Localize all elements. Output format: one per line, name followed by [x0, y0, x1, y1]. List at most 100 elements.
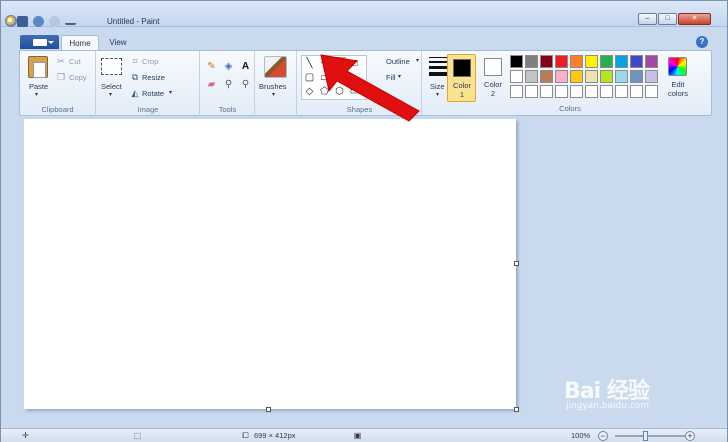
- resize-handle-bottom[interactable]: [266, 407, 271, 412]
- palette-swatch[interactable]: [615, 70, 628, 83]
- image-group-label: Image: [137, 105, 159, 114]
- paint-app-icon[interactable]: [5, 15, 17, 27]
- customize-qat-icon[interactable]: [65, 19, 76, 25]
- color2-number[interactable]: 2: [481, 89, 505, 98]
- size-dropdown-icon[interactable]: ▾: [436, 91, 439, 98]
- palette-swatch[interactable]: [630, 70, 643, 83]
- resize-handle-right[interactable]: [514, 261, 519, 266]
- palette-swatch[interactable]: [510, 55, 523, 68]
- select-icon[interactable]: [101, 58, 122, 75]
- paste-button-label[interactable]: Paste: [29, 82, 48, 91]
- palette-swatch[interactable]: [645, 70, 658, 83]
- palette-swatch[interactable]: [585, 55, 598, 68]
- tab-home[interactable]: Home: [61, 35, 99, 50]
- maximize-button[interactable]: □: [658, 13, 677, 25]
- palette-swatch[interactable]: [555, 85, 568, 98]
- resize-button[interactable]: Resize: [142, 73, 165, 82]
- palette-swatch[interactable]: [645, 85, 658, 98]
- scissors-icon: ✂: [57, 56, 65, 66]
- palette-swatch[interactable]: [525, 85, 538, 98]
- close-button[interactable]: ✕: [678, 13, 711, 25]
- cut-button[interactable]: Cut: [69, 57, 81, 66]
- magnifier-icon[interactable]: ⚲: [238, 77, 253, 92]
- palette-swatch[interactable]: [630, 55, 643, 68]
- color2-swatch[interactable]: [484, 58, 502, 76]
- brushes-dropdown-icon[interactable]: ▾: [272, 91, 275, 98]
- edit-colors-icon[interactable]: [668, 57, 687, 76]
- palette-swatch[interactable]: [510, 85, 523, 98]
- status-bar: ✛ ⬚ ⧠ 699 × 412px ▣ 100% − +: [1, 428, 727, 442]
- diamond-shape-icon[interactable]: ◇: [303, 85, 316, 98]
- undo-icon[interactable]: [33, 16, 44, 27]
- palette-swatch[interactable]: [525, 55, 538, 68]
- palette-swatch[interactable]: [510, 70, 523, 83]
- palette-swatch[interactable]: [570, 70, 583, 83]
- brush-icon[interactable]: [264, 56, 287, 78]
- select-dropdown-icon[interactable]: ▾: [109, 91, 112, 98]
- palette-swatch[interactable]: [540, 70, 553, 83]
- brushes-button-label[interactable]: Brushes: [259, 82, 287, 91]
- edit-colors-label-2[interactable]: colors: [663, 89, 693, 98]
- clipboard-group-label: Clipboard: [41, 105, 74, 114]
- palette-swatch[interactable]: [570, 55, 583, 68]
- cursor-position-icon: ✛: [22, 431, 29, 440]
- zoom-level: 100%: [571, 431, 591, 440]
- pencil-icon[interactable]: ✎: [204, 59, 219, 74]
- palette-swatch[interactable]: [615, 85, 628, 98]
- resize-icon: ⧉: [131, 72, 139, 82]
- minimize-button[interactable]: –: [638, 13, 657, 25]
- palette-swatch[interactable]: [585, 70, 598, 83]
- color1-button[interactable]: Color 1: [447, 54, 476, 102]
- palette-swatch[interactable]: [555, 70, 568, 83]
- palette-swatch[interactable]: [525, 70, 538, 83]
- window-title: Untitled - Paint: [107, 17, 160, 26]
- palette-swatch[interactable]: [600, 70, 613, 83]
- zoom-in-button[interactable]: +: [685, 431, 695, 441]
- file-size-icon: ▣: [353, 431, 362, 440]
- select-button-label[interactable]: Select: [101, 82, 122, 91]
- text-tool-icon[interactable]: A: [238, 59, 253, 74]
- palette-swatch[interactable]: [615, 55, 628, 68]
- tab-view[interactable]: View: [101, 35, 135, 50]
- paste-icon[interactable]: [28, 56, 48, 78]
- redo-icon[interactable]: [49, 16, 60, 27]
- zoom-out-button[interactable]: −: [598, 431, 608, 441]
- eraser-icon[interactable]: ▰: [204, 77, 219, 92]
- rotate-icon: ◭: [131, 88, 139, 98]
- drawing-canvas[interactable]: [24, 119, 516, 409]
- palette-swatch[interactable]: [540, 85, 553, 98]
- rounded-rectangle-shape-icon[interactable]: ▢: [303, 71, 316, 84]
- color1-label: Color: [453, 81, 471, 90]
- tools-group-label: Tools: [218, 105, 237, 114]
- color1-number: 1: [459, 90, 465, 99]
- palette-swatch[interactable]: [600, 55, 613, 68]
- help-icon[interactable]: ?: [696, 36, 708, 48]
- palette-swatch[interactable]: [630, 85, 643, 98]
- color-picker-icon[interactable]: ⚲: [221, 77, 236, 92]
- resize-handle-corner[interactable]: [514, 407, 519, 412]
- palette-swatch[interactable]: [570, 85, 583, 98]
- edit-colors-label-1[interactable]: Edit: [663, 80, 693, 89]
- selection-size-icon: ⬚: [133, 431, 142, 440]
- zoom-slider-thumb[interactable]: [643, 431, 648, 441]
- canvas-size-icon: ⧠: [242, 431, 249, 440]
- copy-button[interactable]: Copy: [69, 73, 87, 82]
- crop-button[interactable]: Crop: [142, 57, 158, 66]
- zoom-slider[interactable]: [615, 435, 685, 437]
- palette-swatch[interactable]: [600, 85, 613, 98]
- rotate-dropdown-icon[interactable]: ▾: [169, 89, 172, 96]
- line-shape-icon[interactable]: ╲: [303, 57, 316, 70]
- palette-swatch[interactable]: [540, 55, 553, 68]
- color2-label[interactable]: Color: [481, 80, 505, 89]
- palette-swatch[interactable]: [555, 55, 568, 68]
- rotate-button[interactable]: Rotate: [142, 89, 164, 98]
- size-button-label[interactable]: Size: [430, 82, 445, 91]
- fill-bucket-icon[interactable]: ◈: [221, 59, 236, 74]
- size-lines-icon[interactable]: [429, 57, 449, 79]
- paint-menu-button[interactable]: [20, 35, 59, 49]
- save-icon[interactable]: [17, 16, 28, 27]
- paste-dropdown-icon[interactable]: ▾: [35, 91, 38, 98]
- tools-group: ✎ ◈ A ▰ ⚲ ⚲ Tools: [201, 51, 255, 116]
- palette-swatch[interactable]: [645, 55, 658, 68]
- palette-swatch[interactable]: [585, 85, 598, 98]
